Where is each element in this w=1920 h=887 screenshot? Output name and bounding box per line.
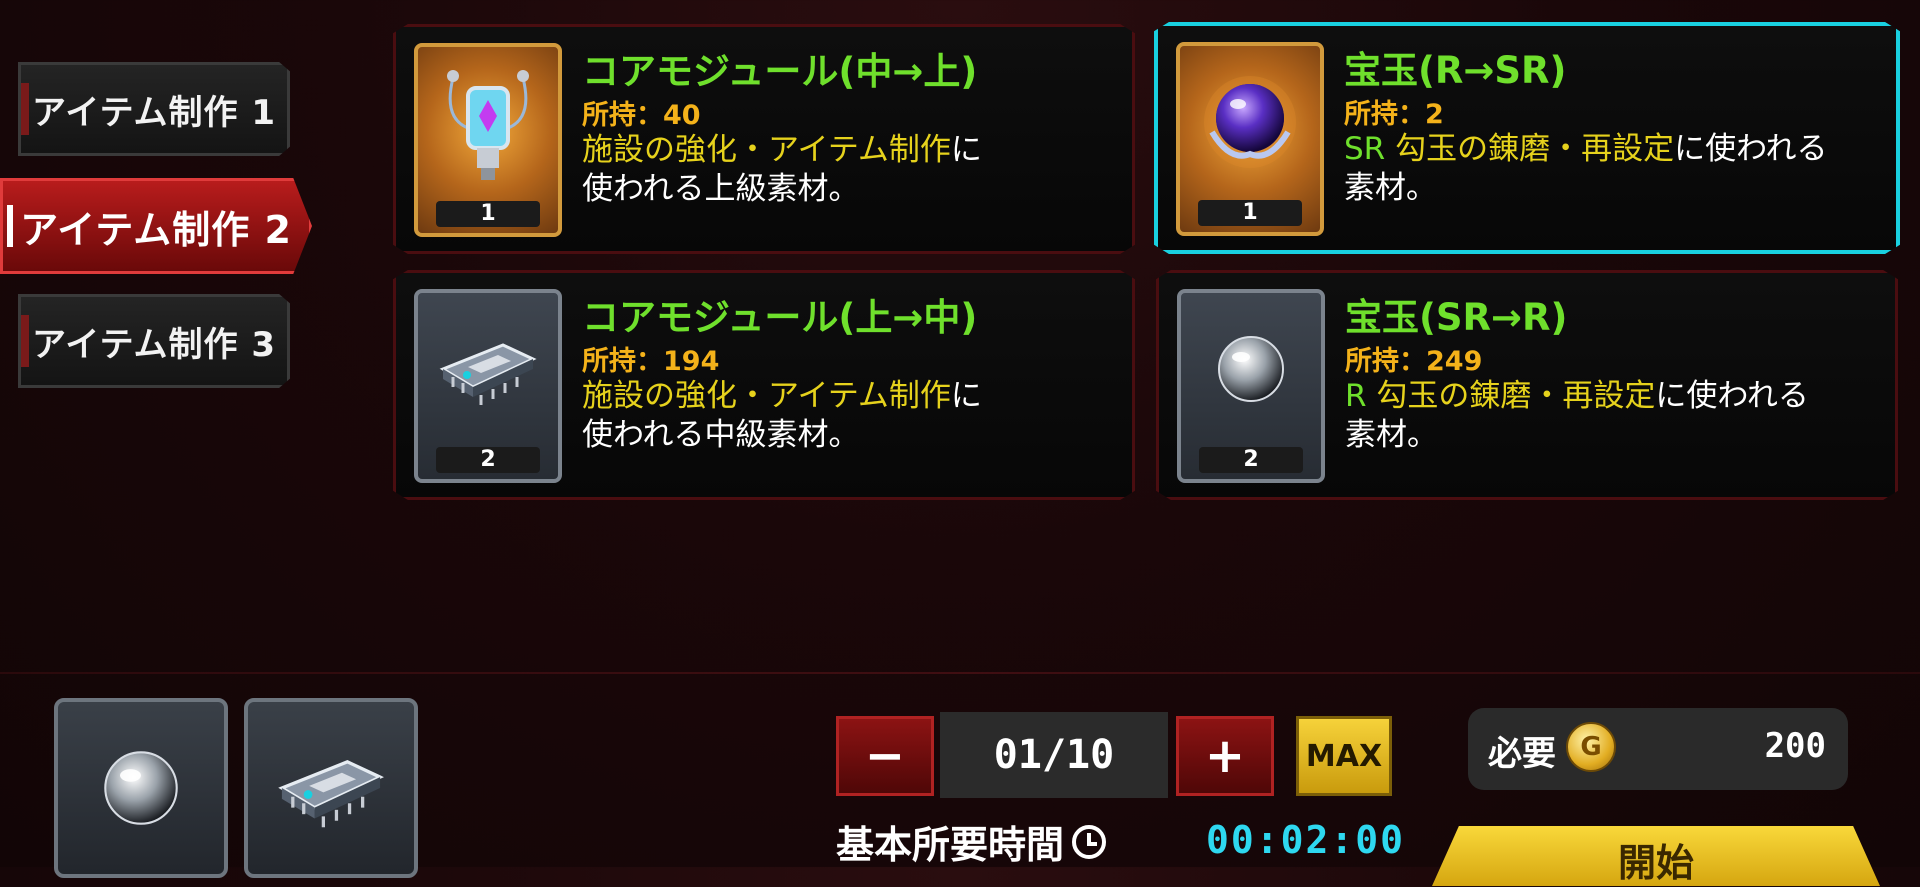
divider — [0, 672, 1920, 674]
chip-icon — [439, 343, 537, 405]
item-title: 宝玉(SR→R) — [1345, 296, 1568, 339]
recipe-card-core-module-mid-to-high[interactable]: 1 コアモジュール(中→上) 所持：40 施設の強化・アイテム制作に 使われる上… — [393, 24, 1135, 254]
item-tier-number: 2 — [1199, 447, 1303, 473]
desc-rest: に — [950, 132, 982, 168]
item-thumbnail: 2 — [414, 289, 562, 483]
core-module-lantern-icon — [447, 70, 529, 180]
recipe-card-jewel-sr-to-r[interactable]: 2 宝玉(SR→R) 所持：249 R 勾玉の錬磨・再設定に使われる 素材。 — [1156, 270, 1898, 500]
chip-icon — [278, 760, 384, 828]
clear-orb-icon — [1218, 336, 1284, 402]
clock-icon — [1072, 824, 1107, 859]
item-tier-number: 1 — [436, 201, 540, 227]
desc-rest: に使われる — [1655, 378, 1809, 414]
plus-icon: + — [1204, 728, 1246, 784]
item-owned-count: 所持：40 — [582, 100, 701, 131]
desc-rarity: R — [1345, 378, 1367, 414]
tab-item-craft-2[interactable]: アイテム制作 2 — [0, 178, 312, 274]
desc-rest: に — [950, 378, 982, 414]
material-slot-1[interactable] — [54, 698, 228, 878]
item-tier-number: 1 — [1198, 200, 1302, 226]
cost-panel: 必要 G 200 — [1468, 708, 1848, 790]
item-description: 施設の強化・アイテム制作に 使われる上級素材。 — [582, 131, 1122, 209]
desc-highlight: 勾玉の錬磨・再設定 — [1395, 131, 1675, 167]
item-description: 施設の強化・アイテム制作に 使われる中級素材。 — [582, 377, 1122, 455]
item-owned-count: 所持：194 — [582, 346, 720, 377]
material-slot-2[interactable] — [244, 698, 418, 878]
recipe-card-core-module-high-to-mid[interactable]: 2 コアモジュール(上→中) 所持：194 施設の強化・アイテム制作に 使われる… — [393, 270, 1135, 500]
tab-label: アイテム制作 3 — [31, 324, 277, 365]
increase-button[interactable]: + — [1176, 716, 1274, 796]
base-time-label: 基本所要時間 — [836, 814, 1107, 869]
desc-highlight: 施設の強化・アイテム制作 — [582, 378, 951, 414]
item-thumbnail: 1 — [1176, 42, 1324, 236]
item-owned-count: 所持：249 — [1345, 346, 1483, 377]
desc-rest: に使われる — [1674, 131, 1828, 167]
decrease-button[interactable]: − — [836, 716, 934, 796]
item-thumbnail: 1 — [414, 43, 562, 237]
recipe-card-jewel-r-to-sr[interactable]: 1 宝玉(R→SR) 所持：2 SR 勾玉の錬磨・再設定に使われる 素材。 — [1154, 22, 1900, 254]
tab-label: アイテム制作 1 — [31, 92, 277, 133]
item-owned-count: 所持：2 — [1344, 99, 1444, 130]
tab-item-craft-3[interactable]: アイテム制作 3 — [18, 294, 290, 388]
start-button[interactable]: 開始 — [1432, 826, 1880, 886]
cost-label: 必要 — [1488, 734, 1556, 774]
clear-orb-icon — [104, 751, 178, 825]
tab-item-craft-1[interactable]: アイテム制作 1 — [18, 62, 290, 156]
desc-line2: 素材。 — [1344, 170, 1437, 206]
desc-rarity: SR — [1344, 131, 1386, 167]
item-thumbnail: 2 — [1177, 289, 1325, 483]
quantity-display: 01/10 — [940, 712, 1168, 798]
cost-value: 200 — [1764, 726, 1826, 766]
item-tier-number: 2 — [436, 447, 540, 473]
coin-icon: G — [1566, 722, 1616, 772]
desc-highlight: 施設の強化・アイテム制作 — [582, 132, 951, 168]
item-title: 宝玉(R→SR) — [1344, 49, 1567, 92]
desc-line2: 素材。 — [1345, 417, 1438, 453]
desc-line2: 使われる中級素材。 — [582, 417, 860, 453]
item-title: コアモジュール(中→上) — [582, 50, 978, 93]
tab-label: アイテム制作 2 — [20, 207, 292, 252]
purple-orb-icon — [1204, 76, 1296, 168]
desc-line2: 使われる上級素材。 — [582, 171, 860, 207]
max-button[interactable]: MAX — [1296, 716, 1392, 796]
item-description: SR 勾玉の錬磨・再設定に使われる 素材。 — [1344, 130, 1900, 208]
base-time-value: 00:02:00 — [1206, 818, 1406, 862]
base-time-text: 基本所要時間 — [836, 823, 1065, 867]
item-description: R 勾玉の錬磨・再設定に使われる 素材。 — [1345, 377, 1885, 455]
minus-icon: − — [864, 728, 906, 784]
desc-highlight: 勾玉の錬磨・再設定 — [1376, 378, 1656, 414]
item-title: コアモジュール(上→中) — [582, 296, 978, 339]
